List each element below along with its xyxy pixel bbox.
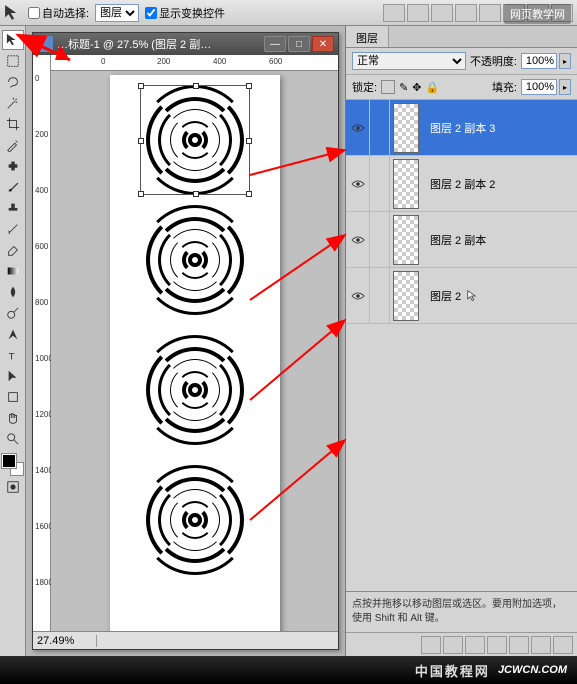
layer-row[interactable]: 图层 2 副本 2	[346, 156, 577, 212]
panel-tabs: 图层	[346, 26, 577, 48]
path-select-tool[interactable]	[2, 366, 24, 386]
zoom-tool[interactable]	[2, 429, 24, 449]
align-btn[interactable]	[479, 4, 501, 22]
pen-tool[interactable]	[2, 324, 24, 344]
visibility-icon[interactable]	[351, 123, 365, 133]
blur-tool[interactable]	[2, 282, 24, 302]
document-window: …标题-1 @ 27.5% (图层 2 副… — □ ✕ 0 200 400 6…	[32, 32, 339, 650]
swirl-4[interactable]	[140, 465, 250, 575]
align-btn[interactable]	[383, 4, 405, 22]
lock-transparency-icon[interactable]	[381, 80, 395, 94]
layer-thumb	[393, 271, 419, 321]
align-btn[interactable]	[455, 4, 477, 22]
watermark-top: 网页教学网	[504, 4, 571, 24]
lock-move-icon[interactable]: ✥	[412, 81, 421, 94]
zoom-value[interactable]: 27.49%	[37, 635, 97, 647]
visibility-icon[interactable]	[351, 235, 365, 245]
lock-label: 锁定:	[352, 79, 377, 95]
status-bar: 27.49%	[33, 631, 338, 649]
move-tool-icon	[4, 4, 22, 22]
swirl-2[interactable]	[140, 205, 250, 315]
fill-label: 填充:	[492, 79, 517, 95]
options-bar: 自动选择: 图层 显示变换控件	[0, 0, 577, 26]
toolbox: T	[0, 26, 26, 656]
mask-button[interactable]	[465, 636, 485, 654]
layer-row[interactable]: 图层 2 副本 3	[346, 100, 577, 156]
footer-watermark: 中国教程网 JCWCN.COM	[0, 656, 577, 684]
layer-name[interactable]: 图层 2 副本	[422, 212, 577, 267]
fill-arrow[interactable]: ▸	[559, 79, 571, 95]
auto-select-combo[interactable]: 图层	[95, 4, 139, 22]
fill-input[interactable]	[521, 79, 557, 95]
quickmask-tool[interactable]	[2, 477, 24, 497]
move-tool[interactable]	[2, 30, 24, 50]
blend-mode-select[interactable]: 正常	[352, 52, 466, 70]
gradient-tool[interactable]	[2, 261, 24, 281]
tab-layers[interactable]: 图层	[346, 26, 389, 47]
hand-tool[interactable]	[2, 408, 24, 428]
history-brush-tool[interactable]	[2, 219, 24, 239]
minimize-button[interactable]: —	[264, 36, 286, 52]
layer-thumb	[393, 215, 419, 265]
opacity-arrow[interactable]: ▸	[559, 53, 571, 69]
horizontal-ruler: 0 200 400 600	[51, 55, 338, 71]
align-btn[interactable]	[431, 4, 453, 22]
crop-tool[interactable]	[2, 114, 24, 134]
layer-name[interactable]: 图层 2	[422, 268, 577, 323]
doc-title: …标题-1 @ 27.5% (图层 2 副…	[57, 36, 264, 52]
layer-thumb	[393, 103, 419, 153]
cursor-icon	[467, 290, 479, 302]
marquee-tool[interactable]	[2, 51, 24, 71]
lock-all-icon[interactable]: 🔒	[426, 81, 440, 94]
layer-row[interactable]: 图层 2 副本	[346, 212, 577, 268]
show-transform-checkbox[interactable]: 显示变换控件	[145, 5, 225, 21]
close-button[interactable]: ✕	[312, 36, 334, 52]
color-swatches[interactable]	[2, 454, 24, 476]
eyedropper-tool[interactable]	[2, 135, 24, 155]
fx-button[interactable]	[443, 636, 463, 654]
brush-tool[interactable]	[2, 177, 24, 197]
layers-panel: 图层 正常 不透明度: ▸ 锁定: ✎ ✥ 🔒 填充: ▸	[345, 26, 577, 656]
wand-tool[interactable]	[2, 93, 24, 113]
fg-color[interactable]	[2, 454, 16, 468]
layer-thumb	[393, 159, 419, 209]
group-button[interactable]	[509, 636, 529, 654]
link-layers-button[interactable]	[421, 636, 441, 654]
opacity-label: 不透明度:	[470, 53, 517, 69]
transform-box[interactable]	[140, 85, 250, 195]
swirl-3[interactable]	[140, 335, 250, 445]
layer-name[interactable]: 图层 2 副本 2	[422, 156, 577, 211]
type-tool[interactable]: T	[2, 345, 24, 365]
doc-icon	[37, 36, 53, 52]
eraser-tool[interactable]	[2, 240, 24, 260]
dodge-tool[interactable]	[2, 303, 24, 323]
delete-layer-button[interactable]	[553, 636, 573, 654]
heal-tool[interactable]	[2, 156, 24, 176]
canvas-area[interactable]: 0 200 400 600	[51, 55, 338, 631]
visibility-icon[interactable]	[351, 291, 365, 301]
layer-row[interactable]: 图层 2	[346, 268, 577, 324]
auto-select-checkbox[interactable]: 自动选择:	[28, 5, 89, 21]
new-layer-button[interactable]	[531, 636, 551, 654]
maximize-button[interactable]: □	[288, 36, 310, 52]
lasso-tool[interactable]	[2, 72, 24, 92]
panel-hint: 点按并拖移以移动图层或选区。要用附加选项，使用 Shift 和 Alt 键。	[346, 591, 577, 632]
show-transform-label: 显示变换控件	[159, 5, 225, 21]
layer-name[interactable]: 图层 2 副本 3	[422, 100, 577, 155]
adjustment-button[interactable]	[487, 636, 507, 654]
shape-tool[interactable]	[2, 387, 24, 407]
stamp-tool[interactable]	[2, 198, 24, 218]
titlebar[interactable]: …标题-1 @ 27.5% (图层 2 副… — □ ✕	[33, 33, 338, 55]
vertical-ruler: 0 200 400 600 800 1000 1200 1400 1600 18…	[33, 55, 51, 631]
align-btn[interactable]	[407, 4, 429, 22]
lock-brush-icon[interactable]: ✎	[399, 81, 408, 94]
panel-buttons	[346, 632, 577, 656]
artboard[interactable]	[110, 75, 280, 631]
layer-list: 图层 2 副本 3 图层 2 副本 2 图层 2 副本 图层 2	[346, 100, 577, 591]
auto-select-label: 自动选择:	[42, 5, 89, 21]
svg-text:T: T	[8, 351, 14, 362]
opacity-input[interactable]	[521, 53, 557, 69]
visibility-icon[interactable]	[351, 179, 365, 189]
